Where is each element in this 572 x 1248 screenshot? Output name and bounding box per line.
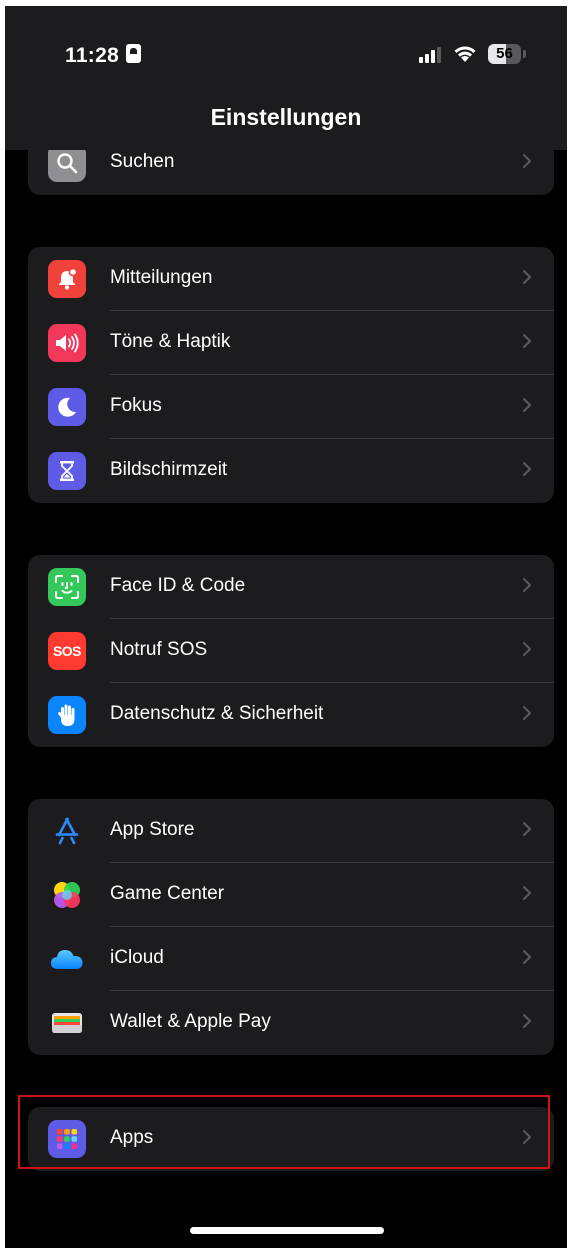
settings-row-label: Töne & Haptik — [110, 331, 231, 352]
settings-row-label: Face ID & Code — [110, 575, 246, 596]
speaker-icon — [48, 324, 86, 362]
contact-card-icon — [126, 44, 141, 63]
chevron-right-icon — [523, 886, 531, 900]
chevron-right-icon — [523, 822, 531, 836]
settings-row-faceid[interactable]: Face ID & Code — [28, 555, 554, 619]
settings-row-emergency-sos[interactable]: SOS Notruf SOS — [28, 619, 554, 683]
settings-row-label: Game Center — [110, 883, 225, 904]
settings-row-label: Fokus — [110, 395, 162, 416]
navigation-header: 11:28 56 Einstellungen — [5, 6, 567, 150]
battery-cap — [523, 50, 526, 58]
battery-level: 56 — [496, 45, 513, 62]
app-store-icon — [48, 812, 86, 850]
face-id-icon — [48, 568, 86, 606]
settings-row-label: Datenschutz & Sicherheit — [110, 703, 324, 724]
chevron-right-icon — [523, 1014, 531, 1028]
page-title: Einstellungen — [210, 104, 362, 130]
settings-row-game-center[interactable]: Game Center — [28, 863, 554, 927]
highlight-box — [18, 1095, 550, 1169]
settings-row-icloud[interactable]: iCloud — [28, 927, 554, 991]
chevron-right-icon — [523, 154, 531, 168]
chevron-right-icon — [523, 270, 531, 284]
sos-icon-text: SOS — [52, 643, 82, 659]
chevron-right-icon — [523, 334, 531, 348]
chevron-right-icon — [523, 578, 531, 592]
chevron-right-icon — [523, 950, 531, 964]
chevron-right-icon — [523, 706, 531, 720]
settings-row-label: App Store — [110, 819, 195, 840]
settings-row-notifications[interactable]: Mitteilungen — [28, 247, 554, 311]
settings-row-label: iCloud — [110, 947, 164, 968]
settings-row-app-store[interactable]: App Store — [28, 799, 554, 863]
battery-icon: 56 — [488, 44, 521, 64]
settings-row-label: Wallet & Apple Pay — [110, 1011, 271, 1032]
settings-group-security: Face ID & Code SOS Notruf SOS Datenschut… — [28, 555, 554, 747]
sos-icon: SOS — [48, 632, 86, 670]
settings-row-focus[interactable]: Fokus — [28, 375, 554, 439]
settings-row-label: Suchen — [110, 151, 175, 172]
status-time: 11:28 — [65, 44, 120, 67]
settings-group-notifications: Mitteilungen Töne & Haptik Fokus Bildsch… — [28, 247, 554, 503]
chevron-right-icon — [523, 462, 531, 476]
notification-bell-icon — [48, 260, 86, 298]
cellular-signal-icon — [419, 47, 445, 63]
settings-row-label: Mitteilungen — [110, 267, 213, 288]
hourglass-icon — [48, 452, 86, 490]
cloud-icon — [48, 940, 86, 978]
settings-row-sounds[interactable]: Töne & Haptik — [28, 311, 554, 375]
settings-row-label: Notruf SOS — [110, 639, 208, 660]
settings-row-wallet[interactable]: Wallet & Apple Pay — [28, 991, 554, 1055]
wallet-icon — [48, 1004, 86, 1042]
settings-row-label: Bildschirmzeit — [110, 459, 228, 480]
home-indicator[interactable] — [190, 1227, 384, 1234]
settings-group-services: App Store Game Center iCloud Wallet & Ap… — [28, 799, 554, 1055]
settings-row-screentime[interactable]: Bildschirmzeit — [28, 439, 554, 503]
wifi-icon — [454, 46, 476, 62]
moon-icon — [48, 388, 86, 426]
game-center-icon — [48, 876, 86, 914]
settings-screen: 11:28 56 Einstellungen Suchen Mitteilung… — [5, 6, 567, 1248]
chevron-right-icon — [523, 398, 531, 412]
settings-row-privacy[interactable]: Datenschutz & Sicherheit — [28, 683, 554, 747]
hand-raised-icon — [48, 696, 86, 734]
chevron-right-icon — [523, 642, 531, 656]
